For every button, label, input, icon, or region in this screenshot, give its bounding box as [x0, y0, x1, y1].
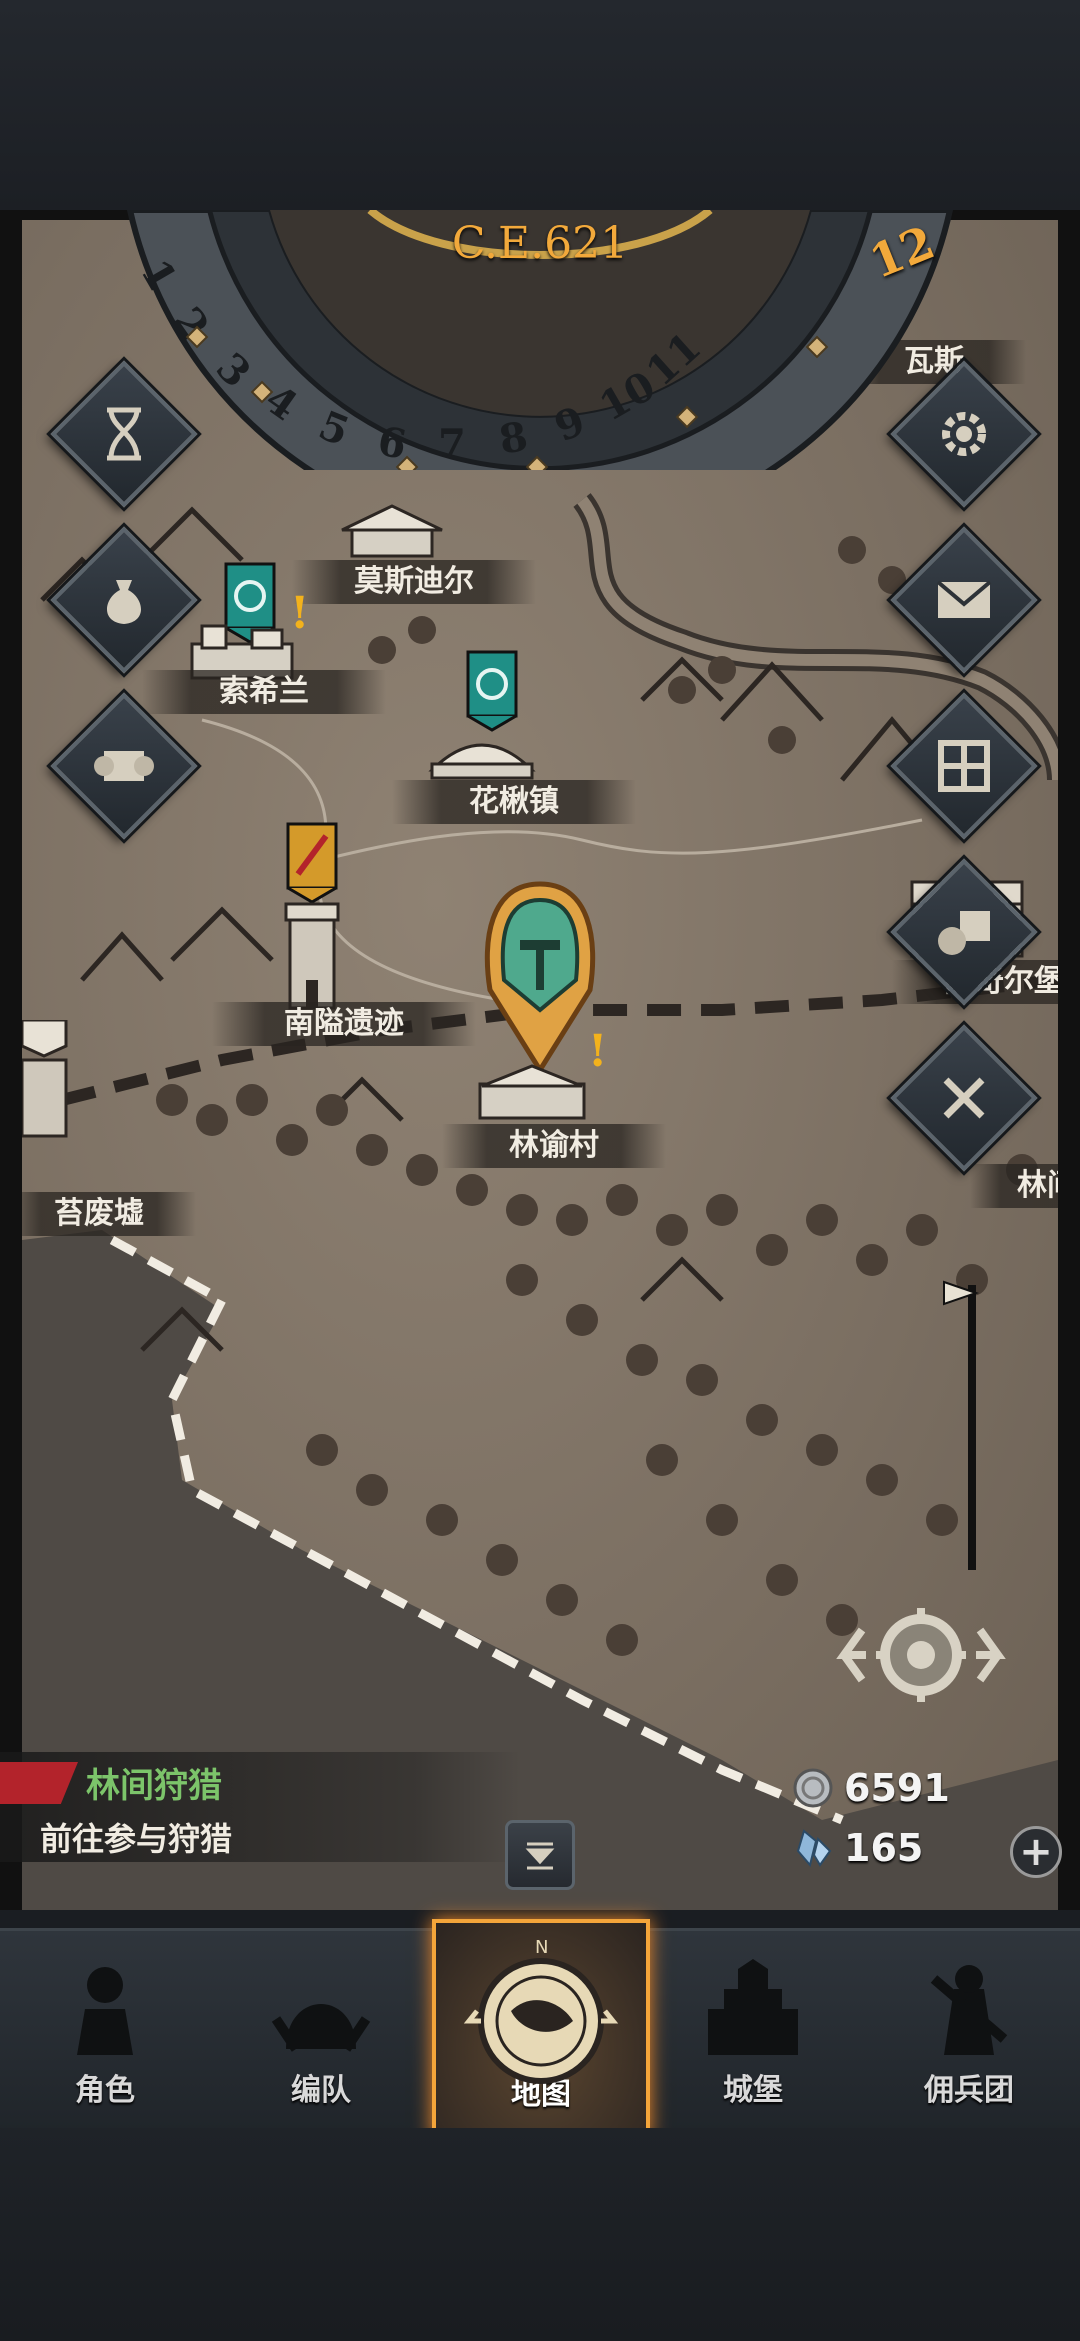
chevron-down-icon	[525, 1842, 555, 1870]
mercenary-icon	[930, 1965, 1008, 2055]
quest-title: 林间狩猎	[86, 1766, 222, 1806]
money-bag-icon	[107, 580, 141, 624]
nav-mercenary[interactable]: 佣兵团	[864, 1931, 1074, 2131]
nav-label-character: 角色	[75, 2073, 135, 2108]
linyu-building[interactable]	[472, 1060, 592, 1120]
huaqiu-building[interactable]	[422, 720, 542, 780]
collapse-button[interactable]	[505, 1820, 575, 1890]
mosdier-building[interactable]	[332, 500, 452, 560]
quest-banner	[286, 822, 338, 904]
nav-formation[interactable]: 编队	[216, 1931, 426, 2131]
compass-north-label: N	[535, 1937, 548, 1958]
crossed-swords-icon	[0, 1762, 78, 1804]
recenter-control[interactable]	[836, 1600, 1006, 1710]
location-label-linyu[interactable]: 林谕村	[442, 1124, 666, 1168]
location-label-mosdier[interactable]: 莫斯迪尔	[292, 560, 536, 604]
mail-icon	[936, 580, 992, 618]
silver-value: 6591	[844, 1766, 950, 1810]
nav-label-castle: 城堡	[723, 2073, 783, 2108]
gate-icon	[938, 740, 990, 792]
left-ruins-tower[interactable]	[22, 1020, 76, 1140]
nav-castle[interactable]: 城堡	[648, 1931, 858, 2131]
hourglass-icon	[107, 407, 141, 461]
gear-icon	[942, 412, 986, 456]
crystal-value: 165	[844, 1826, 924, 1870]
zoom-slider[interactable]	[968, 1285, 976, 1570]
location-label-right-edge[interactable]: 林间	[970, 1164, 1058, 1208]
attack-icon	[943, 1077, 985, 1119]
bottom-band	[0, 2128, 1080, 2341]
location-label-nanai-ruins[interactable]: 南隘遗迹	[212, 1002, 476, 1046]
ruins-tower[interactable]	[280, 900, 344, 1010]
supply-icon	[938, 911, 990, 955]
svg-text:7: 7	[438, 421, 466, 468]
location-label-left-ruins[interactable]: 苔废墟	[22, 1192, 196, 1236]
bottom-navigation: 角色 编队 N 地图 城堡 佣兵团	[0, 1919, 1080, 2139]
nav-label-formation: 编队	[291, 2073, 351, 2108]
alert-icon: !	[588, 1026, 608, 1077]
active-quest[interactable]: 林间狩猎 前往参与狩猎	[0, 1752, 520, 1862]
scroll-icon	[94, 751, 154, 781]
nav-label-mercenary: 佣兵团	[924, 2073, 1014, 2108]
crystal-icon	[796, 1829, 832, 1868]
castle-icon	[708, 1959, 798, 2055]
alert-icon: !	[290, 588, 310, 639]
compass-map-icon: N	[463, 1937, 619, 2084]
zoom-handle-icon[interactable]	[940, 1278, 980, 1308]
helmet-icon	[271, 2004, 371, 2052]
add-currency-button[interactable]: +	[1010, 1826, 1062, 1878]
player-helmet-marker[interactable]	[480, 880, 600, 1080]
knight-icon	[77, 1967, 133, 2055]
silver-counter: 6591	[792, 1766, 950, 1810]
location-label-suoxilan[interactable]: 索希兰	[142, 670, 386, 714]
quest-description: 前往参与狩猎	[40, 1820, 233, 1858]
calendar-year: C.E.621	[451, 218, 629, 269]
silver-coin-icon	[793, 1768, 833, 1808]
crystal-counter: 165	[792, 1826, 923, 1870]
nav-character[interactable]: 角色	[0, 1931, 210, 2131]
top-status-band	[0, 0, 1080, 210]
location-label-huaqiu[interactable]: 花楸镇	[392, 780, 636, 824]
nav-map[interactable]: N 地图	[432, 1919, 650, 2139]
